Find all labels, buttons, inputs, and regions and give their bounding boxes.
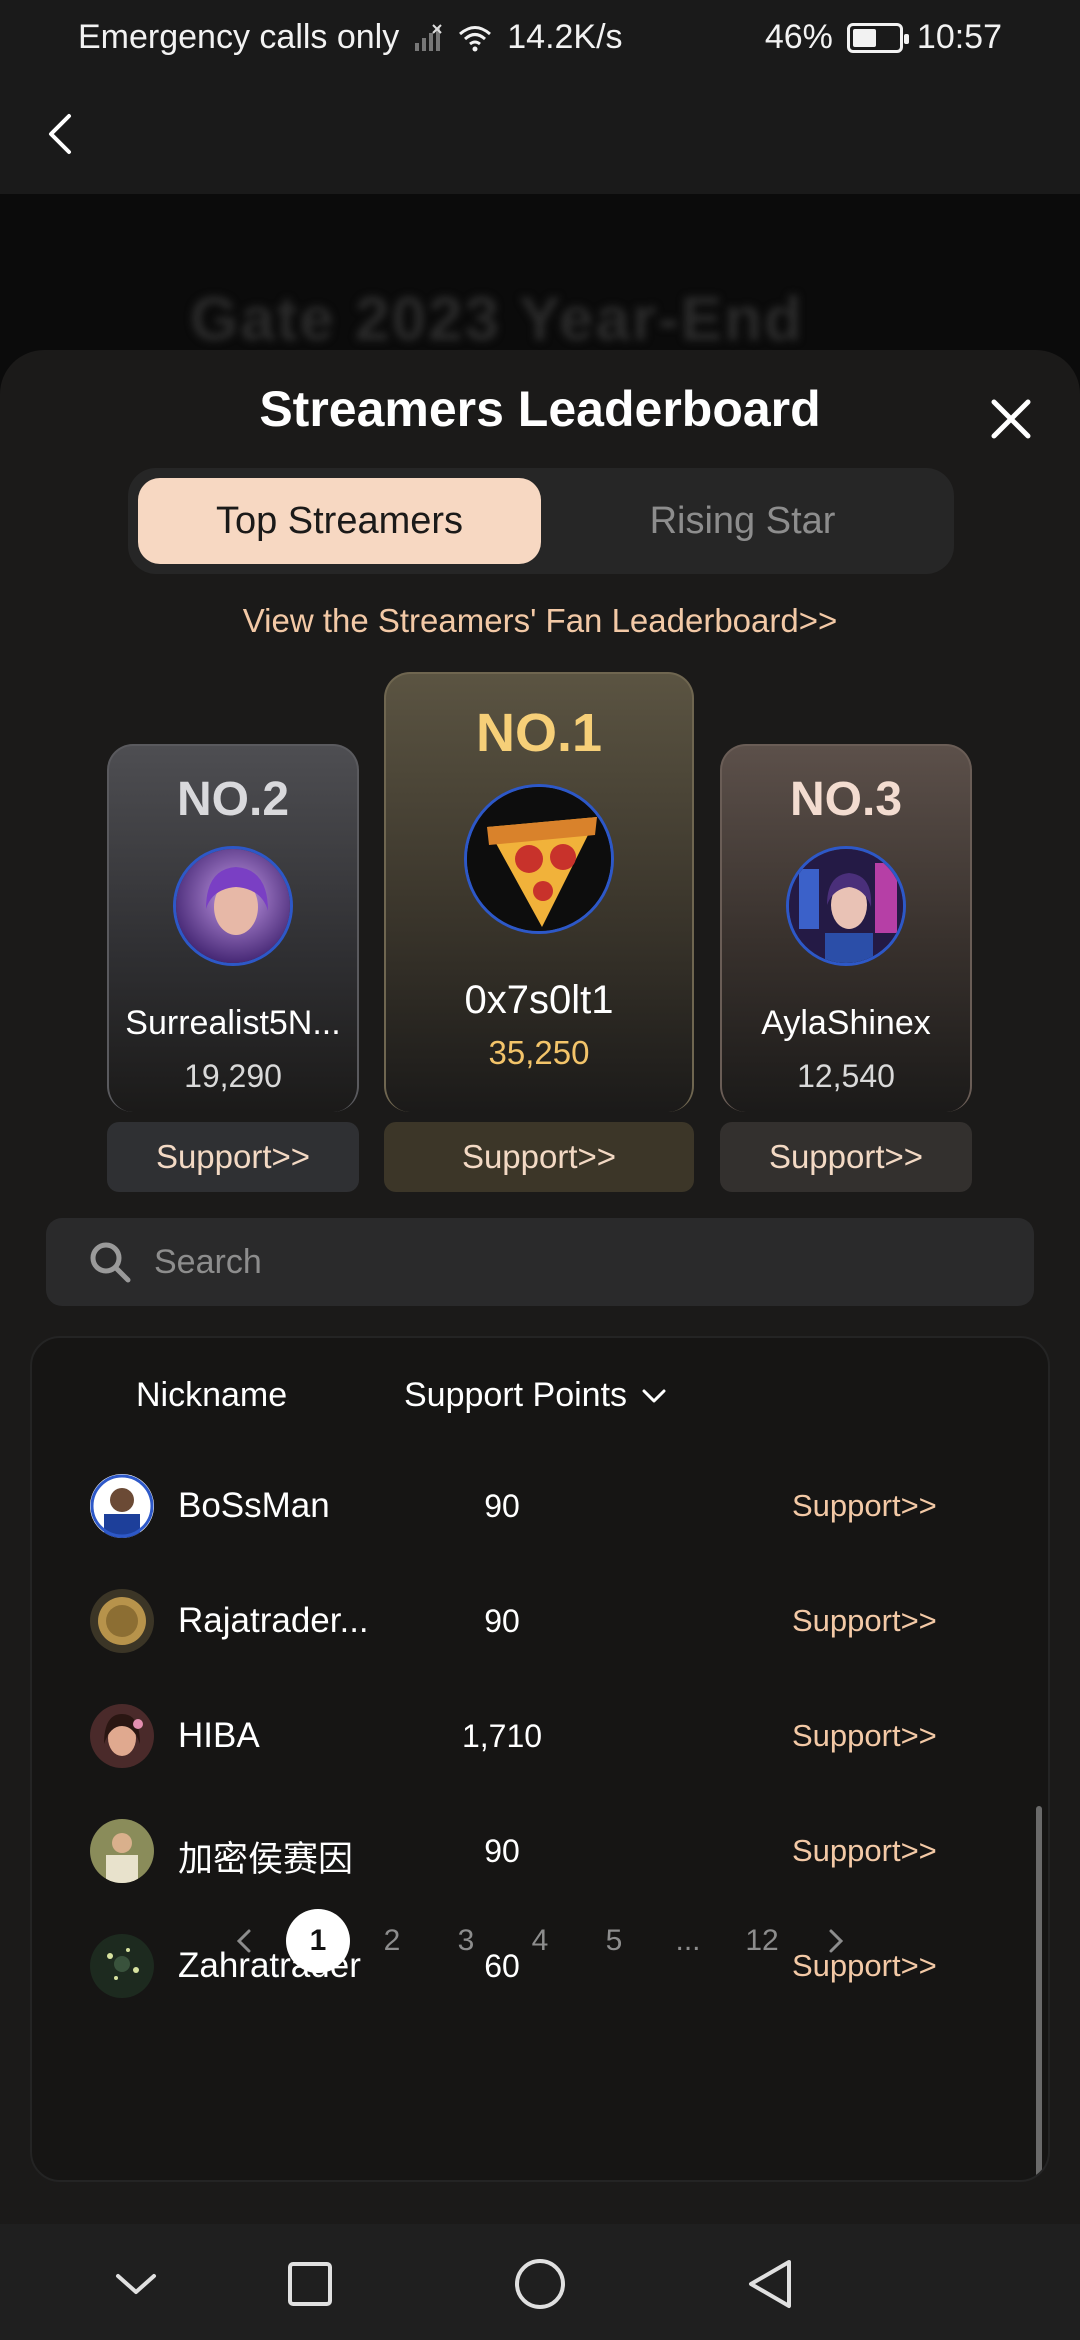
close-icon <box>991 399 1031 439</box>
chevron-right-icon <box>829 1929 844 1953</box>
next-page-button[interactable] <box>804 1909 868 1973</box>
chevron-left-icon <box>236 1929 251 1953</box>
chevron-down-icon <box>116 2274 156 2294</box>
row-support-button[interactable]: Support>> <box>792 1488 937 1524</box>
page-ellipsis: ... <box>675 1924 701 1957</box>
support-button-first[interactable]: Support>> <box>384 1122 694 1192</box>
system-nav-bar <box>0 2224 1080 2340</box>
tab-top-streamers[interactable]: Top Streamers <box>138 478 541 564</box>
page-button[interactable]: 4 <box>508 1909 572 1973</box>
column-support-points[interactable]: Support Points <box>404 1376 667 1415</box>
page-button[interactable]: 5 <box>582 1909 646 1973</box>
search-bar <box>46 1218 1034 1306</box>
podium-third[interactable]: NO.3 AylaShinex 12,540 <box>720 744 972 1112</box>
sheet-title: Streamers Leaderboard <box>259 381 821 437</box>
status-bar: Emergency calls only 14.2K/s 46% 10:57 <box>0 0 1080 76</box>
pagination: 1 2 3 4 5 ... 12 <box>0 1908 1080 1974</box>
rank-label: NO.2 <box>176 773 290 826</box>
signal-icon <box>415 23 442 51</box>
row-points: 1,710 <box>461 1718 543 1754</box>
nav-home-button[interactable] <box>512 2256 568 2312</box>
page-button[interactable]: 3 <box>434 1909 498 1973</box>
row-name: 加密侯赛因 <box>178 1840 354 1879</box>
avatar <box>90 1589 154 1653</box>
network-speed: 14.2K/s <box>507 18 623 56</box>
column-nickname: Nickname <box>136 1376 288 1414</box>
background-title: Gate 2023 Year-End <box>190 285 804 354</box>
prev-page-button[interactable] <box>212 1909 276 1973</box>
triangle-back-icon <box>749 2260 791 2308</box>
table-row[interactable]: BoSsMan 90 Support>> <box>32 1448 1048 1563</box>
tab-rising-star[interactable]: Rising Star <box>541 478 944 564</box>
podium-first[interactable]: NO.1 0x7s0lt1 35,250 <box>384 672 694 1112</box>
streamer-name: Surrealist5N... <box>125 1004 341 1042</box>
support-button-second[interactable]: Support>> <box>107 1122 359 1192</box>
page-button[interactable]: 12 <box>730 1909 794 1973</box>
chevron-down-icon <box>642 1389 666 1402</box>
table-row[interactable]: Rajatrader... 90 Support>> <box>32 1563 1048 1678</box>
back-button[interactable] <box>30 104 90 164</box>
row-name: BoSsMan <box>178 1486 330 1525</box>
row-points: 90 <box>484 1603 520 1639</box>
circle-icon <box>515 2259 565 2309</box>
streamer-points: 19,290 <box>184 1058 282 1094</box>
avatar <box>90 1474 154 1538</box>
leaderboard-sheet: Streamers Leaderboard Top Streamers Risi… <box>0 350 1080 2224</box>
search-input[interactable] <box>154 1242 954 1282</box>
page-button[interactable]: 1 <box>286 1909 350 1973</box>
row-points: 90 <box>484 1488 520 1524</box>
status-right: 46% 10:57 <box>765 18 1002 57</box>
row-name: Rajatrader... <box>178 1601 369 1640</box>
avatar <box>173 846 293 966</box>
square-icon <box>288 2262 332 2306</box>
avatar <box>90 1704 154 1768</box>
streamer-points: 12,540 <box>797 1058 895 1094</box>
leaderboard-table: Nickname Support Points BoSsMan 90 Suppo… <box>30 1336 1050 2182</box>
rank-label: NO.1 <box>475 703 603 763</box>
streamer-name: AylaShinex <box>761 1004 931 1042</box>
top-nav <box>0 76 1080 194</box>
avatar <box>464 784 614 934</box>
rank-label: NO.3 <box>789 773 903 826</box>
page-button[interactable]: 2 <box>360 1909 424 1973</box>
battery-percent: 46% <box>764 18 833 56</box>
nav-collapse-button[interactable] <box>108 2256 164 2312</box>
support-button-third[interactable]: Support>> <box>720 1122 972 1192</box>
row-support-button[interactable]: Support>> <box>792 1603 937 1639</box>
chevron-left-icon <box>49 114 71 154</box>
table-header: Nickname Support Points <box>32 1338 1048 1448</box>
avatar <box>90 1819 154 1883</box>
podium-second[interactable]: NO.2 Surrealist5N... 19,290 <box>107 744 359 1112</box>
search-icon <box>90 1242 131 1283</box>
nav-back-button[interactable] <box>742 2256 798 2312</box>
row-name: HIBA <box>178 1716 260 1755</box>
clock: 10:57 <box>916 18 1002 56</box>
table-row[interactable]: 加密侯赛因 90 Support>> <box>32 1793 1048 1908</box>
tab-switcher: Top Streamers Rising Star <box>128 468 954 574</box>
table-row[interactable]: HIBA 1,710 Support>> <box>32 1678 1048 1793</box>
row-support-button[interactable]: Support>> <box>792 1833 937 1869</box>
scrollbar[interactable] <box>1036 1806 1042 2180</box>
row-support-button[interactable]: Support>> <box>792 1718 937 1754</box>
streamer-points: 35,250 <box>488 1034 590 1071</box>
nav-recents-button[interactable] <box>282 2256 338 2312</box>
column-support-points-label: Support Points <box>404 1376 628 1414</box>
avatar <box>786 846 906 966</box>
carrier-text: Emergency calls only <box>78 18 400 56</box>
battery-icon <box>846 22 909 53</box>
wifi-icon <box>459 25 492 51</box>
close-button[interactable] <box>986 394 1036 444</box>
streamer-name: 0x7s0lt1 <box>464 978 614 1022</box>
fan-leaderboard-link[interactable]: View the Streamers' Fan Leaderboard>> <box>0 602 1080 640</box>
status-left: Emergency calls only 14.2K/s <box>78 18 623 57</box>
row-points: 90 <box>484 1833 520 1869</box>
